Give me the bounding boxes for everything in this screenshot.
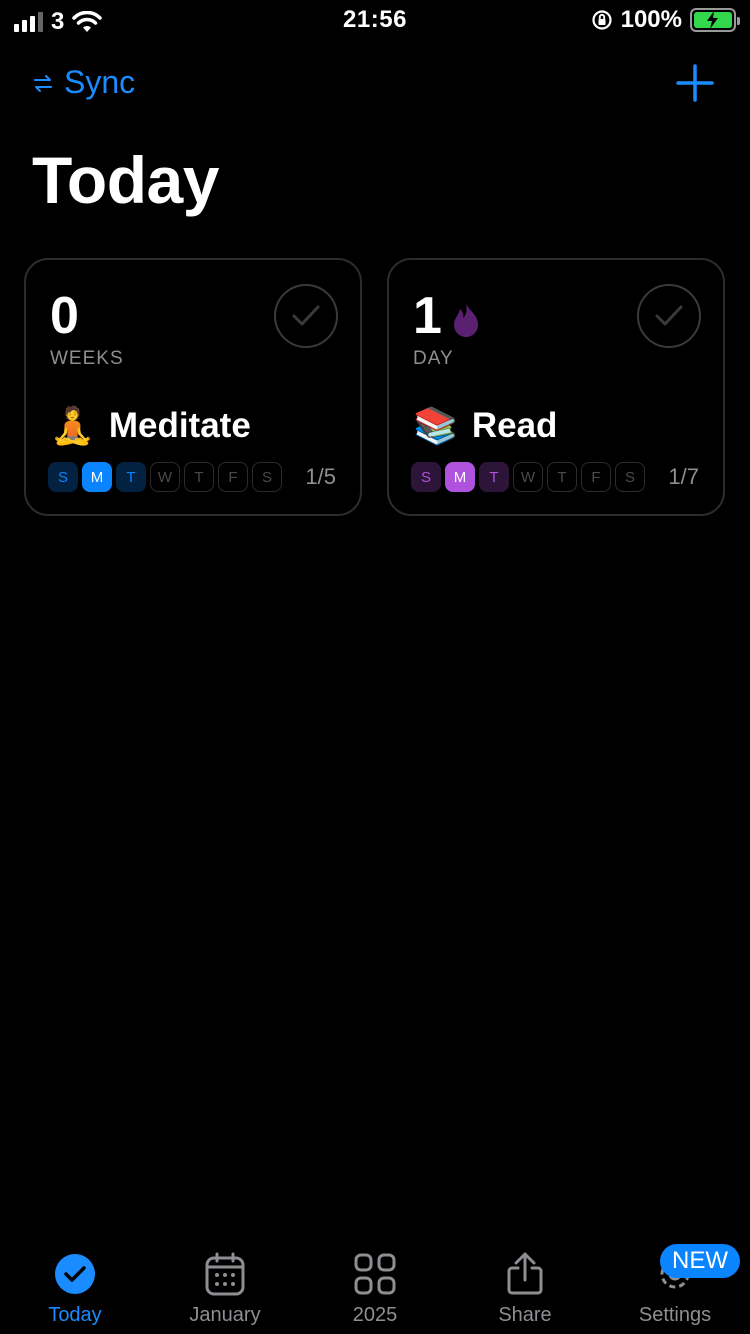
day-chip: M — [445, 462, 475, 492]
calendar-icon — [205, 1252, 245, 1296]
day-chip: S — [411, 462, 441, 492]
tab-january[interactable]: January — [150, 1234, 300, 1334]
share-icon — [507, 1252, 543, 1295]
day-chip: W — [150, 462, 180, 492]
status-right: 100% — [591, 6, 740, 34]
tab-share[interactable]: Share — [450, 1234, 600, 1334]
tab-label: Settings — [638, 1304, 712, 1326]
checkmark-icon — [292, 305, 320, 326]
status-bar: 3 21:56 100% — [0, 0, 750, 40]
habit-card-read[interactable]: 1 DAY 📚 Read SMTWTFS 1/7 — [387, 258, 725, 516]
streak-unit: WEEKS — [50, 348, 124, 369]
complete-button[interactable] — [637, 284, 701, 348]
habit-name: Read — [471, 406, 558, 445]
streak-count: 0 — [50, 287, 79, 345]
check-circle-icon — [55, 1254, 95, 1294]
habit-progress: 1/5 — [305, 464, 336, 489]
tab-label: Share — [498, 1304, 552, 1326]
grid-icon — [354, 1253, 396, 1295]
day-chip: F — [218, 462, 248, 492]
tab-year[interactable]: 2025 — [300, 1234, 450, 1334]
streak-row: 0 — [50, 290, 79, 342]
day-chip: S — [615, 462, 645, 492]
day-chip: S — [252, 462, 282, 492]
day-chip: T — [479, 462, 509, 492]
meditate-emoji-icon: 🧘 — [50, 405, 95, 446]
complete-button[interactable] — [274, 284, 338, 348]
tab-today[interactable]: Today — [0, 1234, 150, 1334]
day-chip: T — [184, 462, 214, 492]
week-days: SMTWTFS — [411, 462, 645, 492]
week-days: SMTWTFS — [48, 462, 282, 492]
sync-button[interactable]: Sync — [32, 64, 135, 101]
books-emoji-icon: 📚 — [413, 405, 458, 446]
sync-arrows-icon — [34, 74, 52, 92]
tab-label: January — [189, 1304, 261, 1326]
flame-icon — [453, 303, 478, 337]
tab-label: Today — [48, 1304, 102, 1326]
day-chip: W — [513, 462, 543, 492]
plus-icon[interactable] — [676, 64, 714, 102]
streak-unit: DAY — [413, 348, 454, 369]
battery-icon — [690, 8, 740, 32]
new-badge: NEW — [660, 1244, 740, 1278]
tab-settings[interactable]: Settings NEW — [600, 1234, 750, 1334]
tab-label: 2025 — [352, 1304, 398, 1326]
habit-title-row: 📚 Read — [413, 406, 557, 446]
tab-bar: Today January 2025 Share Settings NEW — [0, 1234, 750, 1334]
day-chip: S — [48, 462, 78, 492]
day-chip: T — [547, 462, 577, 492]
battery-percent: 100% — [620, 6, 682, 33]
habit-card-meditate[interactable]: 0 WEEKS 🧘 Meditate SMTWTFS 1/5 — [24, 258, 362, 516]
habit-title-row: 🧘 Meditate — [50, 406, 251, 446]
day-chip: M — [82, 462, 112, 492]
day-chip: T — [116, 462, 146, 492]
streak-row: 1 — [413, 290, 482, 342]
streak-count: 1 — [413, 287, 442, 345]
habit-name: Meditate — [108, 406, 251, 445]
page-title: Today — [32, 143, 219, 217]
sync-label: Sync — [64, 64, 136, 100]
orientation-lock-icon — [592, 10, 612, 30]
habit-progress: 1/7 — [668, 464, 699, 489]
day-chip: F — [581, 462, 611, 492]
checkmark-icon — [655, 305, 683, 326]
